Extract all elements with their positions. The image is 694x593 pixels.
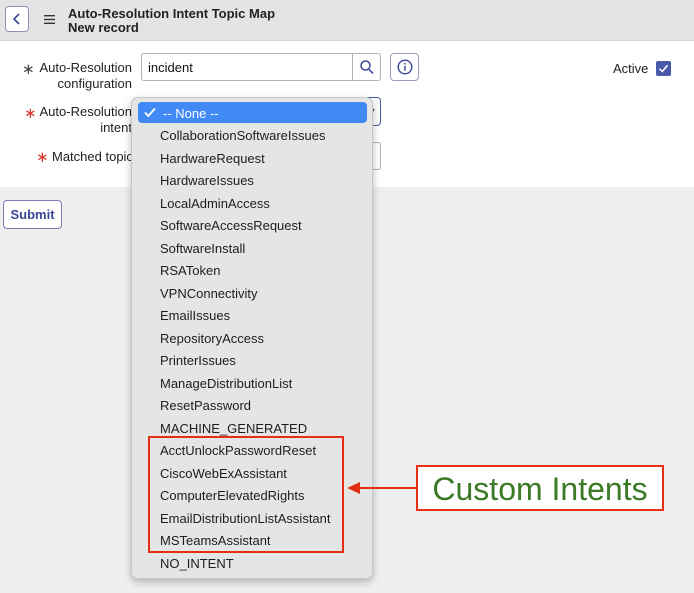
dropdown-option[interactable]: SoftwareInstall [160, 241, 245, 256]
intent-label: Auto-Resolution intent [36, 104, 133, 136]
callout-text: Custom Intents [432, 471, 648, 507]
active-label: Active [613, 61, 649, 76]
dropdown-option[interactable]: SoftwareAccessRequest [160, 218, 302, 233]
config-label: Auto-Resolution configuration [36, 60, 133, 92]
dropdown-option[interactable]: RSAToken [160, 263, 220, 278]
menu-icon[interactable] [44, 15, 55, 24]
info-icon [397, 59, 413, 75]
dropdown-option[interactable]: PrinterIssues [160, 353, 236, 368]
dropdown-option[interactable]: ManageDistributionList [160, 376, 292, 391]
config-label-line1: Auto-Resolution [39, 60, 133, 75]
custom-intents-callout: Custom Intents [416, 465, 664, 511]
config-lookup-button[interactable] [352, 53, 381, 81]
dropdown-option[interactable]: RepositoryAccess [160, 331, 264, 346]
dropdown-option[interactable]: ResetPassword [160, 398, 251, 413]
dropdown-option[interactable]: EmailIssues [160, 308, 230, 323]
dropdown-option[interactable]: VPNConnectivity [160, 286, 258, 301]
dropdown-option[interactable]: MACHINE_GENERATED [160, 421, 307, 436]
required-marker: ∗ [22, 61, 35, 78]
active-checkbox[interactable] [656, 61, 671, 76]
search-icon [360, 60, 374, 75]
dropdown-option[interactable]: CollaborationSoftwareIssues [160, 128, 325, 143]
dropdown-option-selected[interactable]: -- None -- [138, 102, 367, 123]
required-marker-intent: ∗ [24, 105, 37, 122]
dropdown-option[interactable]: LocalAdminAccess [160, 196, 270, 211]
topic-label: Matched topic [52, 149, 132, 164]
chevron-left-icon [12, 13, 20, 25]
config-label-line2: configuration [57, 76, 132, 91]
dropdown-option[interactable]: HardwareRequest [160, 151, 265, 166]
dropdown-option[interactable]: NO_INTENT [160, 556, 234, 571]
config-input[interactable] [141, 53, 353, 81]
custom-intents-highlight [148, 436, 344, 553]
checkmark-icon [144, 107, 156, 118]
checkmark-icon [658, 64, 669, 73]
dropdown-option-label: -- None -- [163, 106, 219, 121]
submit-button[interactable]: Submit [3, 200, 62, 229]
page-subtitle: New record [68, 20, 139, 35]
back-button[interactable] [5, 6, 29, 32]
intent-label-line2: intent [100, 120, 132, 135]
dropdown-option[interactable]: HardwareIssues [160, 173, 254, 188]
required-marker-topic: ∗ [36, 149, 49, 166]
info-button[interactable] [390, 53, 419, 81]
record-header: Auto-Resolution Intent Topic Map New rec… [0, 0, 694, 41]
arrow-left-icon [347, 482, 416, 494]
intent-label-line1: Auto-Resolution [39, 104, 133, 119]
page-title: Auto-Resolution Intent Topic Map [68, 6, 276, 21]
